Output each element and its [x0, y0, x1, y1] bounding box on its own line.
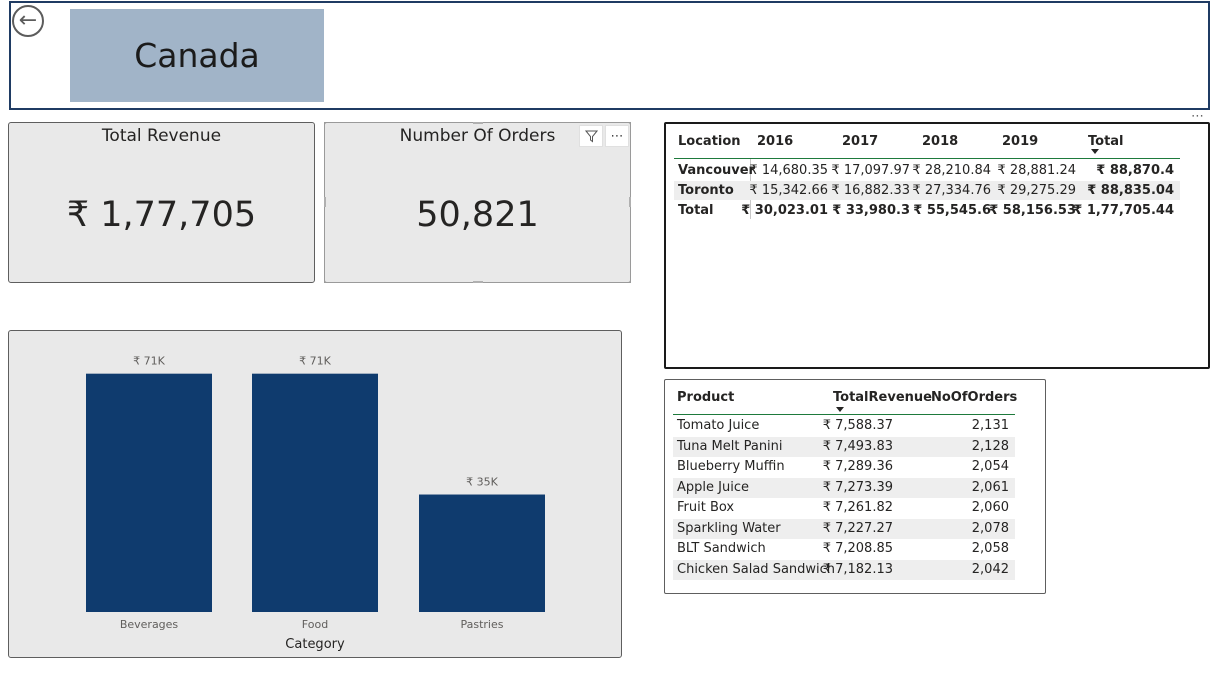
product-revenue: ₹ 7,261.82	[822, 500, 893, 515]
product-name: BLT Sandwich	[677, 541, 766, 556]
table-row[interactable]: Fruit Box ₹ 7,261.82 2,060	[673, 498, 1015, 519]
matrix-total-cell: ₹ 30,023.01	[741, 203, 828, 218]
product-orders: 2,042	[971, 561, 1009, 577]
bar-beverages[interactable]	[86, 373, 212, 612]
matrix-total-cell: ₹ 33,980.3	[832, 203, 910, 218]
sort-descending-icon	[1091, 149, 1099, 154]
table-row[interactable]: Chicken Salad Sandwich ₹ 7,182.13 2,042	[673, 559, 1015, 580]
data-label: ₹ 35K	[466, 476, 498, 489]
data-label: ₹ 71K	[133, 355, 165, 368]
bar-food[interactable]	[252, 373, 378, 612]
matrix-cell: ₹ 28,881.24	[997, 163, 1076, 178]
column-header-2018[interactable]: 2018	[922, 134, 958, 149]
product-revenue: ₹ 7,289.36	[822, 459, 893, 474]
resize-handle[interactable]	[473, 281, 483, 283]
matrix-cell: ₹ 27,334.76	[912, 183, 991, 198]
column-header-totalrevenue[interactable]: TotalRevenue	[833, 390, 932, 405]
product-orders: 2,061	[971, 479, 1009, 495]
table-row[interactable]: Tomato Juice ₹ 7,588.37 2,131	[673, 416, 1015, 437]
matrix-cell: ₹ 16,882.33	[831, 183, 910, 198]
product-orders: 2,058	[971, 541, 1009, 556]
card-value: ₹ 1,77,705	[66, 195, 257, 235]
table-row[interactable]: Sparkling Water ₹ 7,227.27 2,078	[673, 518, 1015, 539]
column-header-2019[interactable]: 2019	[1002, 134, 1038, 149]
product-name: Tomato Juice	[677, 418, 760, 433]
resize-corner[interactable]	[324, 274, 333, 283]
column-header-2016[interactable]: 2016	[757, 134, 793, 149]
arrow-left-circle-icon: ←	[18, 8, 38, 33]
bar-chart-svg: ₹ 71K Beverages ₹ 71K Food ₹ 35K Pastries Cate…	[86, 355, 545, 652]
matrix-total-cell: ₹ 58,156.53	[989, 203, 1076, 218]
table-row[interactable]: Apple Juice ₹ 7,273.39 2,061	[673, 477, 1015, 498]
header-divider	[673, 414, 1015, 415]
product-name: Fruit Box	[677, 500, 735, 515]
back-button[interactable]: ←	[12, 5, 44, 37]
product-revenue: ₹ 7,588.37	[822, 418, 893, 433]
product-revenue: ₹ 7,493.83	[822, 438, 893, 454]
table-row[interactable]: BLT Sandwich ₹ 7,208.85 2,058	[673, 539, 1015, 560]
x-tick-label: Beverages	[120, 618, 179, 631]
resize-corner[interactable]	[622, 274, 631, 283]
column-header-total[interactable]: Total	[1088, 134, 1124, 149]
row-header-total: Total	[678, 203, 714, 218]
number-of-orders-card[interactable]: Number Of Orders 50,821 ⋯	[324, 122, 631, 283]
data-label: ₹ 71K	[299, 355, 331, 368]
column-header-location[interactable]: Location	[678, 134, 741, 149]
column-header-2017[interactable]: 2017	[842, 134, 878, 149]
product-table[interactable]: Product TotalRevenue NoOfOrders Tomato J…	[664, 379, 1046, 594]
column-header-product[interactable]: Product	[677, 390, 734, 405]
resize-handle[interactable]	[629, 197, 631, 207]
product-name: Blueberry Muffin	[677, 459, 785, 474]
row-header-toronto[interactable]: Toronto	[678, 183, 734, 198]
product-orders: 2,078	[971, 520, 1009, 536]
matrix-grand-total: ₹ 1,77,705.44	[1073, 203, 1174, 218]
product-revenue: ₹ 7,208.85	[822, 541, 893, 556]
resize-handle[interactable]	[473, 122, 483, 124]
matrix-cell-total: ₹ 88,870.4	[1096, 163, 1174, 178]
total-revenue-card[interactable]: Total Revenue ₹ 1,77,705	[8, 122, 315, 283]
product-orders: 2,054	[971, 459, 1009, 474]
card-title: Total Revenue	[101, 126, 222, 146]
column-header-noforders[interactable]: NoOfOrders	[931, 390, 1017, 405]
matrix-cell: ₹ 17,097.97	[831, 163, 910, 178]
product-name: Chicken Salad Sandwich	[677, 561, 836, 577]
filter-icon[interactable]	[579, 125, 603, 147]
product-name: Sparkling Water	[677, 520, 781, 536]
resize-corner[interactable]	[622, 122, 631, 131]
x-tick-label: Pastries	[460, 618, 503, 631]
matrix-cell: ₹ 28,210.84	[912, 163, 991, 178]
x-axis-title: Category	[285, 637, 345, 652]
product-orders: 2,060	[971, 500, 1009, 515]
matrix-cell-total: ₹ 88,835.04	[1087, 183, 1174, 198]
revenue-by-category-chart[interactable]: ₹ 71K Beverages ₹ 71K Food ₹ 35K Pastries Cate…	[8, 330, 622, 658]
resize-corner[interactable]	[324, 122, 333, 131]
matrix-total-cell: ₹ 55,545.6	[913, 203, 991, 218]
product-orders: 2,128	[971, 438, 1009, 454]
table-row[interactable]: Tuna Melt Panini ₹ 7,493.83 2,128	[673, 436, 1015, 457]
matrix-cell: ₹ 14,680.35	[749, 163, 828, 178]
matrix-cell: ₹ 15,342.66	[749, 183, 828, 198]
product-orders: 2,131	[971, 418, 1009, 433]
product-name: Tuna Melt Panini	[677, 438, 783, 454]
table-row[interactable]: Blueberry Muffin ₹ 7,289.36 2,054	[673, 457, 1015, 478]
card-value: 50,821	[416, 195, 539, 235]
row-header-vancouver[interactable]: Vancouver	[678, 163, 755, 178]
product-name: Apple Juice	[677, 479, 749, 495]
product-revenue: ₹ 7,227.27	[822, 520, 893, 536]
location-year-matrix[interactable]: Location 2016 2017 2018 2019 Total Vanco…	[664, 122, 1210, 369]
product-revenue: ₹ 7,273.39	[822, 479, 893, 495]
resize-handle[interactable]	[324, 197, 326, 207]
page-title: Canada	[70, 9, 324, 102]
product-revenue: ₹ 7,182.13	[822, 561, 893, 577]
matrix-cell: ₹ 29,275.29	[997, 183, 1076, 198]
bar-pastries[interactable]	[419, 494, 545, 612]
sort-descending-icon	[836, 407, 844, 412]
x-tick-label: Food	[302, 618, 328, 631]
